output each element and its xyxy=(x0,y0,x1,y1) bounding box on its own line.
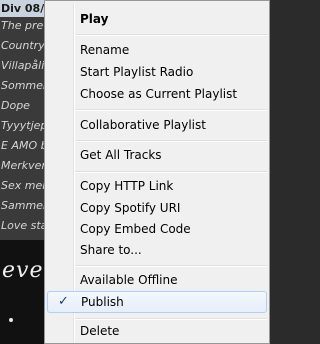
menu-item-label: Available Offline xyxy=(80,273,178,287)
menu-separator xyxy=(75,265,267,267)
menu-item-delete[interactable]: Delete xyxy=(47,320,267,342)
menu-item-label: Copy Embed Code xyxy=(80,222,191,236)
menu-item-label: Publish xyxy=(81,295,124,309)
menu-item-choose-current-playlist[interactable]: Choose as Current Playlist xyxy=(47,83,267,105)
menu-item-publish[interactable]: ✓ Publish xyxy=(47,291,267,313)
menu-item-play[interactable]: Play xyxy=(47,8,267,30)
menu-separator xyxy=(75,34,267,36)
checkmark-icon: ✓ xyxy=(58,294,69,309)
menu-item-collaborative-playlist[interactable]: Collaborative Playlist xyxy=(47,114,267,136)
menu-item-label: Get All Tracks xyxy=(80,148,162,162)
menu-separator xyxy=(75,140,267,142)
menu-item-available-offline[interactable]: Available Offline xyxy=(47,269,267,291)
menu-item-copy-spotify-uri[interactable]: Copy Spotify URI xyxy=(47,197,267,219)
playlist-context-menu: Play Rename Start Playlist Radio Choose … xyxy=(44,0,270,344)
menu-item-label: Share to... xyxy=(80,243,142,257)
menu-item-label: Collaborative Playlist xyxy=(80,118,206,132)
menu-item-label: Rename xyxy=(80,43,130,57)
menu-item-label: Choose as Current Playlist xyxy=(80,87,238,101)
album-art-dot xyxy=(9,318,13,322)
menu-item-share-to[interactable]: Share to... xyxy=(47,239,267,261)
menu-item-copy-embed-code[interactable]: Copy Embed Code xyxy=(47,218,267,240)
menu-item-label: Copy Spotify URI xyxy=(80,201,181,215)
menu-item-label: Start Playlist Radio xyxy=(80,65,194,79)
menu-item-start-playlist-radio[interactable]: Start Playlist Radio xyxy=(47,61,267,83)
menu-item-copy-http-link[interactable]: Copy HTTP Link xyxy=(47,175,267,197)
menu-separator xyxy=(75,109,267,111)
menu-item-label: Copy HTTP Link xyxy=(80,179,174,193)
menu-item-get-all-tracks[interactable]: Get All Tracks xyxy=(47,144,267,166)
menu-item-label: Play xyxy=(80,12,109,26)
menu-item-rename[interactable]: Rename xyxy=(47,39,267,61)
menu-item-label: Delete xyxy=(80,324,120,338)
menu-separator xyxy=(75,171,267,173)
album-art-text: eve xyxy=(2,258,44,283)
